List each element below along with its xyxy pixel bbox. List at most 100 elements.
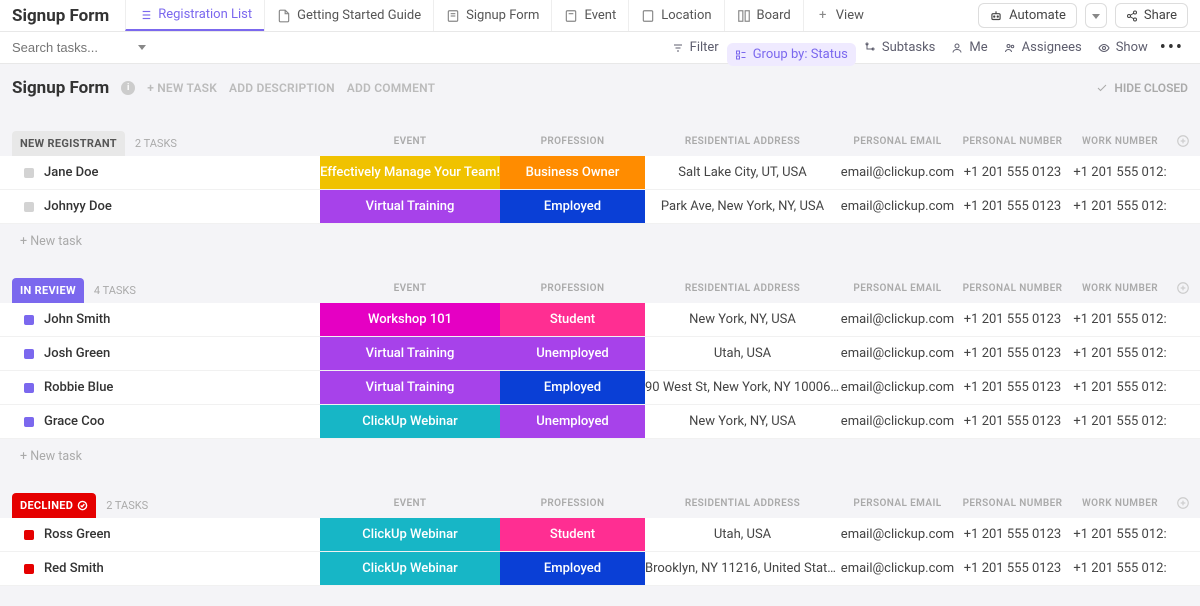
tab-signup-form[interactable]: Signup Form <box>433 0 551 31</box>
col-add[interactable] <box>1170 126 1200 156</box>
address-cell[interactable]: New York, NY, USA <box>645 405 840 439</box>
name-cell[interactable]: John Smith <box>0 303 320 337</box>
chevron-down-icon[interactable] <box>138 45 146 50</box>
show-button[interactable]: Show <box>1090 36 1156 59</box>
col-email[interactable]: PERSONAL EMAIL <box>840 126 955 156</box>
subtasks-button[interactable]: Subtasks <box>856 36 944 59</box>
col-email[interactable]: PERSONAL EMAIL <box>840 273 955 303</box>
profession-cell[interactable]: Employed <box>500 190 645 224</box>
email-cell[interactable]: email@clickup.com <box>840 405 955 439</box>
name-cell[interactable]: Ross Green <box>0 518 320 552</box>
new-task-row[interactable]: + New task <box>0 439 1200 474</box>
personal-number-cell[interactable]: +1 201 555 0123 <box>955 405 1070 439</box>
col-profession[interactable]: PROFESSION <box>500 488 645 518</box>
col-wnumber[interactable]: WORK NUMBER <box>1070 273 1170 303</box>
table-row[interactable]: Red Smith ClickUp Webinar Employed Brook… <box>0 552 1200 586</box>
table-row[interactable]: Josh Green Virtual Training Unemployed U… <box>0 337 1200 371</box>
address-cell[interactable]: Brooklyn, NY 11216, United States <box>645 552 840 586</box>
table-row[interactable]: Johnyy Doe Virtual Training Employed Par… <box>0 190 1200 224</box>
table-row[interactable]: Grace Coo ClickUp Webinar Unemployed New… <box>0 405 1200 439</box>
address-cell[interactable]: 90 West St, New York, NY 10006, U... <box>645 371 840 405</box>
col-event[interactable]: EVENT <box>320 273 500 303</box>
email-cell[interactable]: email@clickup.com <box>840 190 955 224</box>
work-number-cell[interactable]: +1 201 555 012: <box>1070 405 1170 439</box>
name-cell[interactable]: Red Smith <box>0 552 320 586</box>
tab-getting-started[interactable]: Getting Started Guide <box>264 0 433 31</box>
col-event[interactable]: EVENT <box>320 488 500 518</box>
groupby-button[interactable]: Group by: Status <box>727 43 856 66</box>
email-cell[interactable]: email@clickup.com <box>840 552 955 586</box>
address-cell[interactable]: Park Ave, New York, NY, USA <box>645 190 840 224</box>
work-number-cell[interactable]: +1 201 555 012: <box>1070 303 1170 337</box>
table-row[interactable]: Jane Doe Effectively Manage Your Team! B… <box>0 156 1200 190</box>
col-event[interactable]: EVENT <box>320 126 500 156</box>
work-number-cell[interactable]: +1 201 555 012: <box>1070 190 1170 224</box>
col-add[interactable] <box>1170 488 1200 518</box>
profession-cell[interactable]: Student <box>500 518 645 552</box>
col-pnumber[interactable]: PERSONAL NUMBER <box>955 273 1070 303</box>
personal-number-cell[interactable]: +1 201 555 0123 <box>955 303 1070 337</box>
col-add[interactable] <box>1170 273 1200 303</box>
email-cell[interactable]: email@clickup.com <box>840 337 955 371</box>
profession-cell[interactable]: Unemployed <box>500 337 645 371</box>
personal-number-cell[interactable]: +1 201 555 0123 <box>955 156 1070 190</box>
profession-cell[interactable]: Student <box>500 303 645 337</box>
profession-cell[interactable]: Employed <box>500 552 645 586</box>
personal-number-cell[interactable]: +1 201 555 0123 <box>955 190 1070 224</box>
profession-cell[interactable]: Unemployed <box>500 405 645 439</box>
event-cell[interactable]: Workshop 101 <box>320 303 500 337</box>
add-description-link[interactable]: ADD DESCRIPTION <box>229 81 335 95</box>
status-square-icon[interactable] <box>24 417 34 427</box>
status-square-icon[interactable] <box>24 202 34 212</box>
info-icon[interactable]: i <box>121 81 135 95</box>
col-wnumber[interactable]: WORK NUMBER <box>1070 488 1170 518</box>
table-row[interactable]: Robbie Blue Virtual Training Employed 90… <box>0 371 1200 405</box>
tab-location[interactable]: Location <box>628 0 723 31</box>
hide-closed-toggle[interactable]: HIDE CLOSED <box>1096 81 1188 95</box>
address-cell[interactable]: Utah, USA <box>645 518 840 552</box>
tab-add-view[interactable]: + View <box>803 0 876 31</box>
work-number-cell[interactable]: +1 201 555 012: <box>1070 156 1170 190</box>
event-cell[interactable]: ClickUp Webinar <box>320 405 500 439</box>
status-square-icon[interactable] <box>24 349 34 359</box>
col-profession[interactable]: PROFESSION <box>500 273 645 303</box>
col-address[interactable]: RESIDENTIAL ADDRESS <box>645 126 840 156</box>
col-address[interactable]: RESIDENTIAL ADDRESS <box>645 488 840 518</box>
col-email[interactable]: PERSONAL EMAIL <box>840 488 955 518</box>
work-number-cell[interactable]: +1 201 555 012: <box>1070 337 1170 371</box>
personal-number-cell[interactable]: +1 201 555 0123 <box>955 337 1070 371</box>
address-cell[interactable]: Salt Lake City, UT, USA <box>645 156 840 190</box>
status-square-icon[interactable] <box>24 530 34 540</box>
col-profession[interactable]: PROFESSION <box>500 126 645 156</box>
table-row[interactable]: John Smith Workshop 101 Student New York… <box>0 303 1200 337</box>
status-square-icon[interactable] <box>24 315 34 325</box>
event-cell[interactable]: Virtual Training <box>320 371 500 405</box>
col-pnumber[interactable]: PERSONAL NUMBER <box>955 488 1070 518</box>
event-cell[interactable]: Effectively Manage Your Team! <box>320 156 500 190</box>
status-square-icon[interactable] <box>24 168 34 178</box>
work-number-cell[interactable]: +1 201 555 012: <box>1070 552 1170 586</box>
filter-button[interactable]: Filter <box>664 36 727 59</box>
col-address[interactable]: RESIDENTIAL ADDRESS <box>645 273 840 303</box>
share-button[interactable]: Share <box>1115 3 1188 28</box>
table-row[interactable]: Ross Green ClickUp Webinar Student Utah,… <box>0 518 1200 552</box>
work-number-cell[interactable]: +1 201 555 012: <box>1070 371 1170 405</box>
col-wnumber[interactable]: WORK NUMBER <box>1070 126 1170 156</box>
work-number-cell[interactable]: +1 201 555 012: <box>1070 518 1170 552</box>
name-cell[interactable]: Robbie Blue <box>0 371 320 405</box>
status-pill[interactable]: IN REVIEW <box>12 278 84 303</box>
name-cell[interactable]: Josh Green <box>0 337 320 371</box>
profession-cell[interactable]: Employed <box>500 371 645 405</box>
address-cell[interactable]: Utah, USA <box>645 337 840 371</box>
event-cell[interactable]: ClickUp Webinar <box>320 552 500 586</box>
status-pill[interactable]: DECLINED <box>12 493 96 518</box>
more-menu[interactable]: ••• <box>1156 37 1188 58</box>
email-cell[interactable]: email@clickup.com <box>840 303 955 337</box>
name-cell[interactable]: Grace Coo <box>0 405 320 439</box>
personal-number-cell[interactable]: +1 201 555 0123 <box>955 552 1070 586</box>
tab-event[interactable]: Event <box>551 0 628 31</box>
personal-number-cell[interactable]: +1 201 555 0123 <box>955 518 1070 552</box>
tab-board[interactable]: Board <box>724 0 803 31</box>
email-cell[interactable]: email@clickup.com <box>840 518 955 552</box>
event-cell[interactable]: Virtual Training <box>320 337 500 371</box>
